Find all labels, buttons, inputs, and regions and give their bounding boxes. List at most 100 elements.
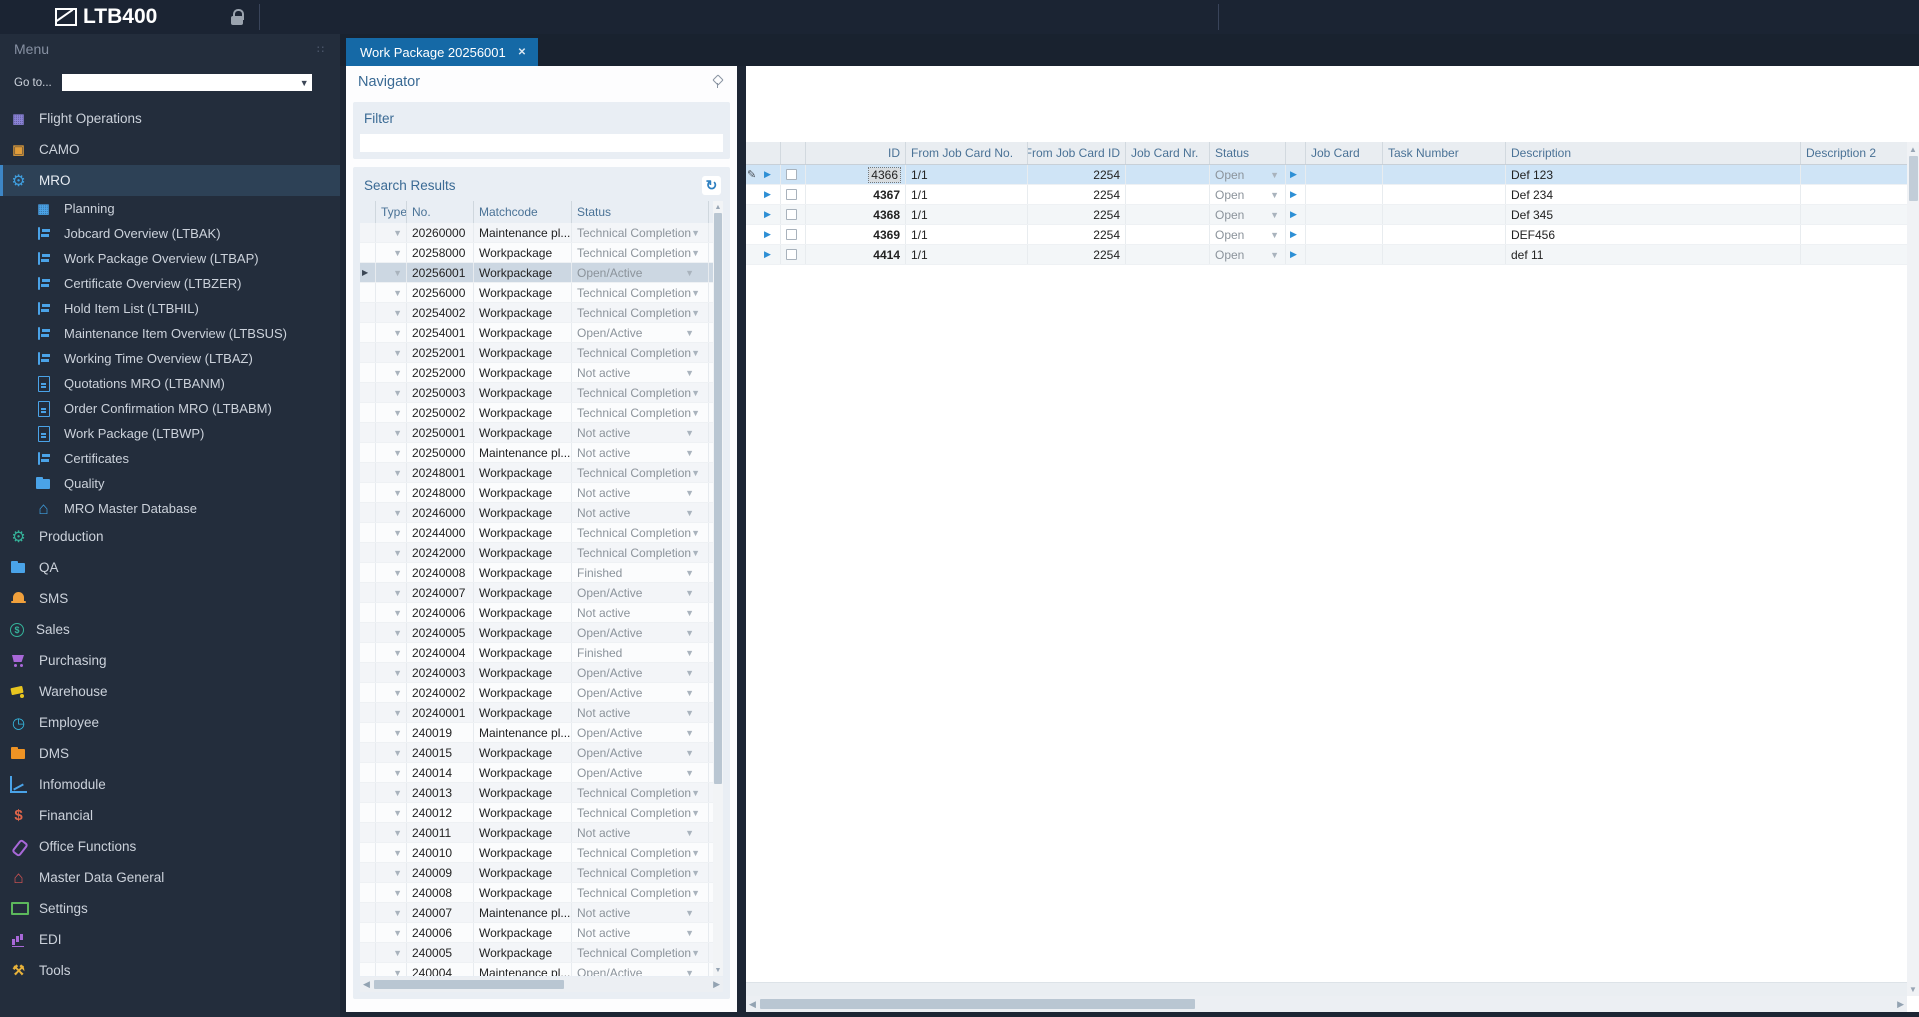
cell-status[interactable]: Open/Active ▼ [571,963,708,976]
cell-status[interactable]: Not active ▼ [571,503,708,522]
search-result-row[interactable]: ▼ 20240003 Workpackage Open/Active▼ 1 [360,663,713,683]
filter-input[interactable] [360,134,723,152]
cell-status[interactable]: Technical Completion ▼ [571,383,708,402]
search-result-row[interactable]: ▼ 20256000 Workpackage Technical Complet… [360,283,713,303]
search-result-row[interactable]: ▼ 240019 Maintenance pl... Open/Active ▼ [360,723,713,743]
type-dropdown[interactable]: ▼ [375,543,406,562]
checkbox[interactable] [786,169,797,180]
scroll-up-icon[interactable]: ▲ [715,201,722,213]
column-header-description-2[interactable]: Description 2 [1800,142,1907,164]
sidebar-item-jobcard-overview[interactable]: Jobcard Overview (LTBAK) [0,221,340,246]
scroll-right-icon[interactable]: ▶ [1897,999,1904,1010]
cell-status[interactable]: Open ▼ [1209,205,1285,224]
sidebar-item-working-time-overview[interactable]: Working Time Overview (LTBAZ) [0,346,340,371]
cell-status[interactable]: Not active ▼ [571,823,708,842]
mail-icon[interactable] [606,7,626,28]
type-dropdown[interactable]: ▼ [375,823,406,842]
type-dropdown[interactable]: ▼ [375,603,406,622]
cell-status[interactable]: Technical Completion ▼ [571,463,708,482]
search-result-row[interactable]: ▼ 20260000 Maintenance pl... Technical C… [360,223,713,243]
cell-status[interactable]: Not active ▼ [571,363,708,382]
cell-status[interactable]: Not active ▼ [571,483,708,502]
search-result-row[interactable]: ▼ 240011 Workpackage Not active▼ 1 [360,823,713,843]
search-result-row[interactable]: ▼ 240006 Workpackage Not active▼ 1 [360,923,713,943]
search-result-row[interactable]: ▼ 20252001 Workpackage Technical Complet… [360,343,713,363]
type-dropdown[interactable]: ▼ [375,643,406,662]
sidebar-item-warehouse[interactable]: Warehouse [0,676,340,707]
sidebar-item-flight-operations[interactable]: ▦ Flight Operations [0,103,340,134]
export-icon[interactable] [688,7,708,28]
scrollbar-thumb[interactable] [373,980,564,989]
column-header-from-job-card-no[interactable]: From Job Card No. [905,142,1027,164]
sidebar-item-maintenance-item-overview[interactable]: Maintenance Item Overview (LTBSUS) [0,321,340,346]
defect-row[interactable]: ▶ 4369 1/1 2254 Open ▼ ▶ DEF456 [746,225,1907,245]
cell-status[interactable]: Open ▼ [1209,225,1285,244]
sidebar-item-production[interactable]: ⚙ Production [0,521,340,552]
cell-status[interactable]: Open ▼ [1209,185,1285,204]
sidebar-item-edi[interactable]: EDI [0,924,340,955]
cell-status[interactable]: Technical Completion ▼ [571,343,708,362]
close-icon[interactable] [1889,7,1909,28]
cell-status[interactable]: Technical Completion ▼ [571,863,708,882]
sidebar-item-qa[interactable]: QA [0,552,340,583]
cell-status[interactable]: Technical Completion ▼ [571,303,708,322]
type-dropdown[interactable]: ▼ [375,723,406,742]
defect-row[interactable]: ▶ 4414 1/1 2254 Open ▼ ▶ def 11 [746,245,1907,265]
help-icon[interactable] [1237,7,1257,28]
expand-icon[interactable]: ▶ [760,245,780,264]
main-horizontal-scrollbar[interactable]: ◀ ▶ [746,996,1907,1012]
search-vertical-scrollbar[interactable]: ▲ ▼ [713,201,723,976]
checkbox-cell[interactable] [780,205,805,224]
search-result-row[interactable]: ▼ 240012 Workpackage Technical Completio… [360,803,713,823]
share-icon[interactable] [1057,7,1077,28]
send-icon[interactable] [934,7,954,28]
sidebar-item-quotations-mro[interactable]: Quotations MRO (LTBANM) [0,371,340,396]
sidebar-item-mro[interactable]: ⚙ MRO [0,165,340,196]
search-result-row[interactable]: ▼ 20242000 Workpackage Technical Complet… [360,543,713,563]
type-dropdown[interactable]: ▼ [375,903,406,922]
cell-status[interactable]: Not active ▼ [571,903,708,922]
scroll-left-icon[interactable]: ◀ [363,979,370,990]
checkbox-cell[interactable] [780,225,805,244]
type-dropdown[interactable]: ▼ [375,803,406,822]
cell-status[interactable]: Open/Active ▼ [571,763,708,782]
sidebar-item-certificates[interactable]: Certificates [0,446,340,471]
search-result-row[interactable]: ▼ 240007 Maintenance pl... Not active▼ 1 [360,903,713,923]
open-job-card-icon[interactable]: ▶ [1285,205,1305,224]
type-dropdown[interactable]: ▼ [375,323,406,342]
timer-icon[interactable] [852,7,872,28]
column-header-status[interactable]: Status [1209,142,1285,164]
type-dropdown[interactable]: ▼ [375,403,406,422]
column-header[interactable] [360,201,375,223]
cell-status[interactable]: Finished ▼ [571,643,708,662]
chevron-down-icon[interactable]: ▼ [300,78,312,88]
type-dropdown[interactable]: ▼ [375,743,406,762]
search-result-row[interactable]: ▼ 240005 Workpackage Technical Completio… [360,943,713,963]
sidebar-item-hold-item-list[interactable]: Hold Item List (LTBHIL) [0,296,340,321]
sync-icon[interactable] [278,7,298,28]
main-vertical-scrollbar[interactable]: ▲ ▼ [1907,142,1919,996]
send-icon-2[interactable] [975,7,995,28]
type-dropdown[interactable]: ▼ [375,523,406,542]
type-dropdown[interactable]: ▼ [375,383,406,402]
cell-status[interactable]: Open/Active ▼ [571,623,708,642]
search-result-row[interactable]: ▼ 20240007 Workpackage Open/Active▼ 1 [360,583,713,603]
print-icon[interactable] [565,7,585,28]
pin-window-icon[interactable] [1787,7,1807,28]
sidebar-item-camo[interactable]: ▣ CAMO [0,134,340,165]
type-dropdown[interactable]: ▼ [375,963,406,976]
column-header-status[interactable]: Status [571,201,708,223]
expand-icon[interactable]: ▶ [760,205,780,224]
checkbox[interactable] [786,189,797,200]
type-dropdown[interactable]: ▼ [375,343,406,362]
checkbox-cell[interactable] [780,165,805,184]
cell-status[interactable]: Technical Completion ▼ [571,523,708,542]
purge-icon[interactable] [442,7,462,28]
search-result-row[interactable]: ▼ 20258000 Workpackage Technical Complet… [360,243,713,263]
defect-row[interactable]: ▶ 4366 1/1 2254 Open▼ ▶ Def 123 [746,165,1907,185]
open-job-card-icon[interactable]: ▶ [1285,245,1305,264]
sidebar-item-order-confirmation-mro[interactable]: Order Confirmation MRO (LTBABM) [0,396,340,421]
scrollbar-thumb[interactable] [1908,156,1918,201]
search-result-row[interactable]: ▼ 20254002 Workpackage Technical Complet… [360,303,713,323]
sidebar-item-work-package-overview[interactable]: Work Package Overview (LTBAP) [0,246,340,271]
